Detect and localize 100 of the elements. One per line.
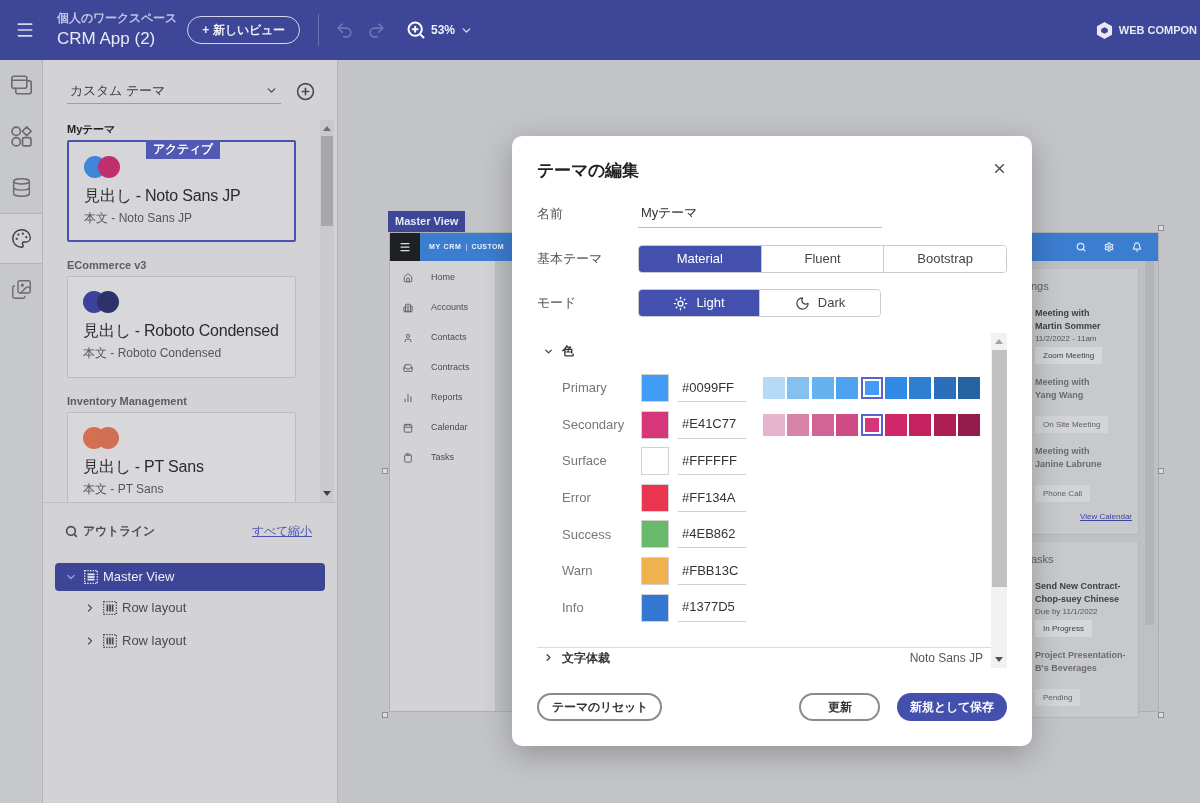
hex-input[interactable]: #4EB862 <box>678 520 746 549</box>
shade-swatch[interactable] <box>958 377 981 399</box>
scroll-up-arrow-icon[interactable] <box>323 126 331 131</box>
menu-icon <box>399 241 411 253</box>
theme-card[interactable]: 見出し - PT Sans 本文 - PT Sans <box>67 412 296 502</box>
shade-swatch[interactable] <box>787 377 810 399</box>
item-title: Meeting with Martin Sommer <box>1035 307 1101 333</box>
shade-swatch[interactable] <box>860 413 883 436</box>
hex-input[interactable]: #1377D5 <box>678 593 746 622</box>
item-title: Project Presentation- B's Beverages <box>1035 649 1126 675</box>
bar-chart-icon <box>403 393 413 403</box>
nav-item[interactable]: Contacts <box>390 323 495 353</box>
update-button[interactable]: 更新 <box>799 693 880 721</box>
shade-swatch[interactable] <box>909 413 932 436</box>
resize-handle-icon[interactable] <box>1158 468 1164 474</box>
theme-dropdown[interactable]: カスタム テーマ <box>67 78 281 104</box>
view-label[interactable]: Master View <box>388 211 466 232</box>
scroll-up-arrow-icon[interactable] <box>995 339 1003 344</box>
hex-input[interactable]: #FFFFFF <box>678 447 746 476</box>
scrollbar[interactable] <box>320 120 334 502</box>
nav-item[interactable]: Home <box>390 263 495 293</box>
shade-swatch[interactable] <box>933 413 956 436</box>
shade-swatch[interactable] <box>909 377 932 399</box>
name-input[interactable]: Myテーマ <box>638 199 882 228</box>
hex-input[interactable]: #0099FF <box>678 374 746 402</box>
status-chip: On Site Meeting <box>1035 416 1109 433</box>
color-swatch[interactable] <box>641 410 669 439</box>
item-date: Due by 11/1/2022 <box>1035 606 1098 617</box>
house-icon <box>403 273 413 283</box>
scrollbar-thumb[interactable] <box>991 350 1007 587</box>
tree-item[interactable]: Row layout <box>55 624 325 657</box>
collapse-all-link[interactable]: すべて縮小 <box>252 522 312 540</box>
shade-swatch[interactable] <box>836 377 859 399</box>
zoom-level[interactable]: 53% <box>431 21 456 39</box>
zoom-icon[interactable] <box>406 20 426 40</box>
active-badge: アクティブ <box>146 140 220 159</box>
app-title: CRM App (2) <box>57 29 157 49</box>
scroll-down-arrow-icon[interactable] <box>995 657 1003 662</box>
resize-handle-icon[interactable] <box>1158 225 1164 231</box>
clipboard-icon <box>403 453 413 463</box>
nav-item[interactable]: Reports <box>390 383 495 413</box>
shade-swatch[interactable] <box>884 413 907 436</box>
undo-icon[interactable] <box>335 20 354 40</box>
section-toggle[interactable]: 色 <box>537 342 574 360</box>
shade-swatch[interactable] <box>884 377 907 399</box>
color-swatch[interactable] <box>641 593 669 622</box>
field-label: モード <box>537 294 577 313</box>
nav-item[interactable]: Calendar <box>390 413 495 443</box>
shade-swatch[interactable] <box>958 413 981 436</box>
resize-handle-icon[interactable] <box>382 468 388 474</box>
segment-option[interactable]: Material <box>639 246 761 272</box>
shade-swatch[interactable] <box>860 377 883 399</box>
color-label: Primary <box>561 379 608 398</box>
theme-card[interactable]: 見出し - Roboto Condensed 本文 - Roboto Condensed <box>67 276 296 378</box>
scroll-down-arrow-icon[interactable] <box>323 491 331 496</box>
theme-group-title: Inventory Management <box>67 394 188 408</box>
calendar-icon <box>403 423 413 433</box>
color-swatch[interactable] <box>641 374 669 402</box>
nav-item[interactable]: Tasks <box>390 443 495 473</box>
status-chip: Pending <box>1035 689 1081 706</box>
hex-input[interactable]: #E41C77 <box>678 410 746 439</box>
shade-swatch[interactable] <box>811 377 834 399</box>
tree-item[interactable]: Master View <box>55 563 325 591</box>
view-calendar-link[interactable]: View Calendar <box>1080 511 1132 523</box>
theme-card[interactable]: アクティブ 見出し - Noto Sans JP 本文 - Noto Sans JP <box>67 140 296 242</box>
scrollbar[interactable] <box>991 333 1007 668</box>
shade-swatch[interactable] <box>763 377 785 399</box>
shade-swatch[interactable] <box>933 377 956 399</box>
menu-icon[interactable] <box>15 20 35 40</box>
color-swatch[interactable] <box>641 556 669 585</box>
search-icon[interactable] <box>65 524 78 538</box>
dialog-title: テーマの編集 <box>537 160 639 183</box>
reset-theme-button[interactable]: テーマのリセット <box>537 693 662 721</box>
segment-option[interactable]: Bootstrap <box>883 246 1006 272</box>
color-swatch[interactable] <box>641 520 669 549</box>
nav-item[interactable]: Contracts <box>390 353 495 383</box>
shade-swatch[interactable] <box>763 413 785 436</box>
section-value: Noto Sans JP <box>909 649 983 667</box>
preview-menu-button[interactable] <box>390 233 420 261</box>
shade-swatch[interactable] <box>787 413 810 436</box>
color-swatch[interactable] <box>641 483 669 512</box>
tree-item[interactable]: Row layout <box>55 591 325 624</box>
hex-input[interactable]: #FBB13C <box>678 556 746 585</box>
save-as-new-button[interactable]: 新規として保存 <box>897 693 1007 721</box>
heading-font-label: 見出し - PT Sans <box>83 457 205 477</box>
shade-swatch[interactable] <box>836 413 859 436</box>
shade-swatch[interactable] <box>811 413 834 436</box>
resize-handle-icon[interactable] <box>1158 712 1164 718</box>
segment-option[interactable]: Dark <box>759 290 880 316</box>
layout-icon <box>103 633 117 648</box>
segment-option[interactable]: Light <box>639 290 759 316</box>
scrollbar-thumb[interactable] <box>321 136 333 226</box>
color-swatch[interactable] <box>641 447 669 476</box>
section-toggle[interactable]: 文字体裁 <box>537 648 610 667</box>
hex-input[interactable]: #FF134A <box>678 483 746 512</box>
resize-handle-icon[interactable] <box>382 712 388 718</box>
nav-item[interactable]: Accounts <box>390 293 495 323</box>
add-circle-icon[interactable] <box>296 81 315 101</box>
redo-icon[interactable] <box>367 20 386 40</box>
brand-name: WEB COMPON <box>1118 22 1197 38</box>
